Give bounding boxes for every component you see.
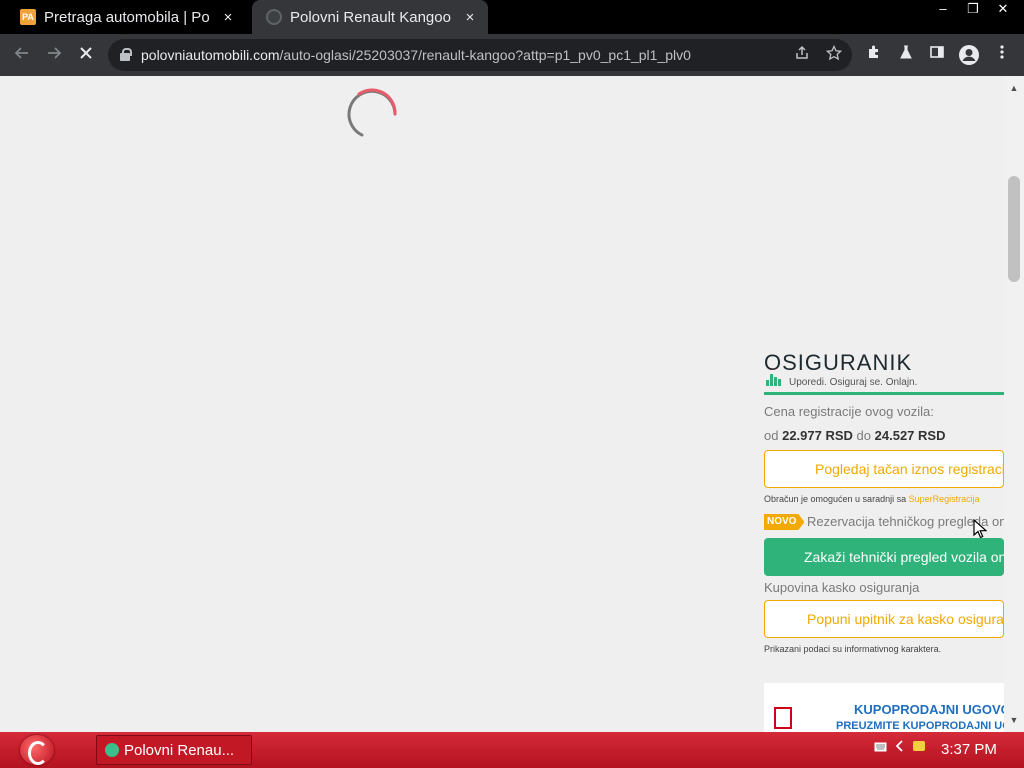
superregistracija-link[interactable]: SuperRegistracija — [909, 494, 980, 504]
document-icon — [774, 707, 792, 729]
mouse-cursor-icon — [973, 519, 987, 539]
divider — [764, 392, 1004, 395]
tab-close-icon[interactable]: × — [460, 9, 480, 26]
scroll-up-arrow-icon[interactable]: ▲ — [1004, 80, 1024, 96]
minimize-button[interactable]: – — [928, 0, 958, 18]
contract-card[interactable]: KUPOPRODAJNI UGOVOR PREUZMITE KUPOPRODAJ… — [764, 683, 1004, 732]
share-icon[interactable] — [792, 45, 812, 65]
url-host: polovniautomobili.com — [141, 47, 280, 63]
keyboard-icon[interactable] — [874, 740, 887, 755]
taskbar-window-label: Polovni Renau... — [124, 741, 235, 759]
restore-button[interactable]: ❐ — [958, 0, 988, 18]
bar-chart-logo-icon — [766, 374, 784, 386]
address-bar[interactable]: polovniautomobili.com/auto-oglasi/252030… — [108, 39, 852, 71]
registration-partner-note: Obračun je omogućen u saradnji sa SuperR… — [764, 494, 980, 504]
tab-title: Pretraga automobila | Po — [44, 8, 210, 26]
start-menu-button[interactable] — [20, 735, 54, 765]
close-window-button[interactable]: ✕ — [988, 0, 1018, 18]
registration-price-min: 22.977 RSD — [782, 428, 853, 443]
os-taskbar: Polovni Renau... 3:37 PM — [0, 732, 1024, 768]
taskbar-clock[interactable]: 3:37 PM — [941, 741, 997, 758]
tab-pretraga[interactable]: PA Pretraga automobila | Po × — [6, 0, 246, 34]
contract-title: KUPOPRODAJNI UGOVOR — [854, 702, 1004, 717]
scrollbar-thumb[interactable] — [1008, 176, 1020, 282]
scroll-down-arrow-icon[interactable]: ▼ — [1004, 712, 1024, 728]
lock-icon[interactable] — [120, 48, 132, 61]
range-from-word: od — [764, 428, 779, 443]
chevron-left-icon[interactable] — [895, 740, 904, 755]
partner-note-text: Obračun je omogućen u saradnji sa — [764, 494, 907, 504]
tab-strip: PA Pretraga automobila | Po × Polovni Re… — [0, 0, 1024, 34]
url-path: /auto-oglasi/25203037/renault-kangoo?att… — [279, 47, 691, 63]
chrome-app-icon — [105, 743, 119, 757]
tab-title: Polovni Renault Kangoo — [290, 8, 451, 26]
site-favicon-icon: PA — [20, 9, 36, 25]
view-registration-button[interactable]: Pogledaj tačan iznos registracije — [764, 450, 1004, 488]
puzzle-icon[interactable] — [863, 44, 885, 66]
registration-price-label: Cena registracije ovog vozila: — [764, 404, 934, 419]
range-to-word: do — [856, 428, 872, 443]
kasko-questionnaire-button[interactable]: Popuni upitnik za kasko osiguranje — [764, 600, 1004, 638]
novo-badge: NOVO — [764, 514, 805, 530]
contract-download-link[interactable]: PREUZMITE KUPOPRODAJNI UGOVOR — [836, 720, 1004, 732]
taskbar-window-button[interactable]: Polovni Renau... — [96, 735, 252, 765]
tab-close-icon[interactable]: × — [218, 9, 238, 26]
stop-loading-icon[interactable] — [74, 43, 98, 67]
schedule-inspection-button[interactable]: Zakaži tehnički pregled vozila online — [764, 538, 1004, 576]
profile-avatar-icon[interactable] — [958, 44, 980, 66]
forward-arrow-icon[interactable] — [42, 43, 66, 67]
page-content: OSIGURANIK Uporedi. Osiguraj se. Onlajn.… — [0, 76, 1004, 732]
back-arrow-icon[interactable] — [10, 43, 34, 67]
tab-renault-kangoo[interactable]: Polovni Renault Kangoo × — [252, 0, 488, 34]
loading-spinner-icon — [347, 88, 397, 137]
registration-price-range: od 22.977 RSD do 24.527 RSD — [764, 428, 945, 443]
browser-toolbar: polovniautomobili.com/auto-oglasi/252030… — [0, 34, 1024, 76]
loading-favicon-icon — [266, 9, 282, 25]
kebab-menu-icon[interactable] — [991, 44, 1013, 66]
osiguranik-widget: OSIGURANIK Uporedi. Osiguraj se. Onlajn.… — [764, 338, 1004, 668]
disclaimer-text: Prikazani podaci su informativnog karakt… — [764, 644, 942, 654]
osiguranik-tagline: Uporedi. Osiguraj se. Onlajn. — [789, 377, 918, 388]
bookmark-star-icon[interactable] — [824, 44, 844, 65]
window-controls: – ❐ ✕ — [928, 0, 1018, 18]
osiguranik-logo[interactable]: OSIGURANIK — [764, 350, 912, 376]
side-panel-icon[interactable] — [926, 44, 948, 66]
notification-icon[interactable] — [912, 740, 926, 755]
flask-icon[interactable] — [895, 44, 917, 66]
vertical-scrollbar[interactable]: ▲ ▼ — [1004, 76, 1024, 732]
registration-price-max: 24.527 RSD — [874, 428, 946, 443]
url-text[interactable]: polovniautomobili.com/auto-oglasi/252030… — [141, 47, 691, 63]
kasko-label: Kupovina kasko osiguranja — [764, 580, 920, 595]
